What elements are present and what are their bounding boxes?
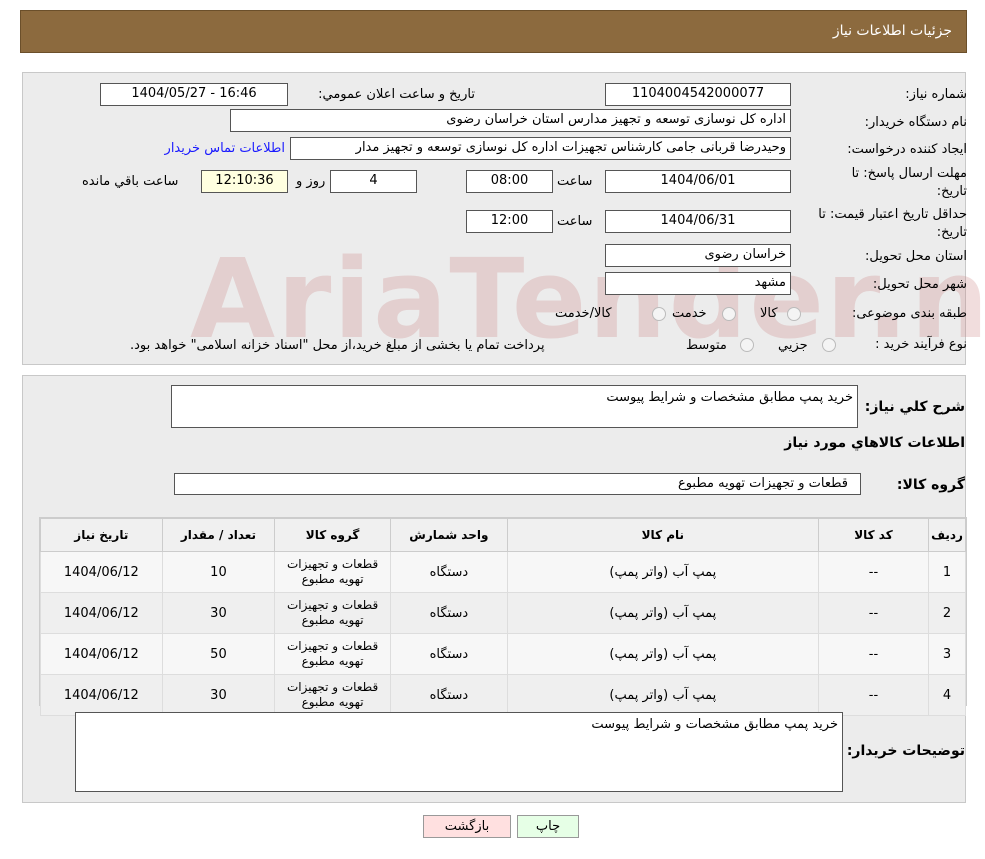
table-cell: پمپ آب (واتر پمپ) bbox=[506, 633, 819, 675]
table-row: 1 -- پمپ آب (واتر پمپ) دستگاه قطعات و تجهیزا… bbox=[40, 551, 966, 593]
need-number-label: شماره نیاز: bbox=[905, 87, 967, 102]
back-button[interactable]: بازگشت bbox=[423, 815, 511, 838]
table-cell: 1404/06/12 bbox=[40, 592, 163, 634]
column-header: کد کالا bbox=[817, 518, 930, 552]
table-cell: 10 bbox=[161, 551, 276, 593]
validity-label: حداقل تاریخ اعتبار قیمت: تا تاریخ: bbox=[818, 207, 967, 240]
table-row: 4 -- پمپ آب (واتر پمپ) دستگاه قطعات و تجهیزا… bbox=[40, 674, 966, 716]
table-cell: 30 bbox=[161, 674, 276, 716]
table-cell: -- bbox=[817, 551, 930, 593]
table-cell: 2 bbox=[928, 592, 966, 634]
table-cell: دستگاه bbox=[389, 592, 508, 634]
table-header-row: ردیف کد کالا نام کالا واحد شمارش گروه کالا تع… bbox=[40, 518, 966, 552]
days-field: 4 bbox=[330, 170, 417, 193]
buyer-org-field: اداره کل نوسازی توسعه و تجهیز مدارس استا… bbox=[230, 109, 791, 132]
table-cell: پمپ آب (واتر پمپ) bbox=[506, 551, 819, 593]
reply-time-label: ساعت bbox=[557, 174, 593, 189]
table-cell: 1404/06/12 bbox=[40, 674, 163, 716]
validity-time-field: 12:00 bbox=[466, 210, 553, 233]
province-field: خراسان رضوی bbox=[605, 244, 791, 267]
goods-table-container: ردیف کد کالا نام کالا واحد شمارش گروه کالا تع… bbox=[39, 517, 967, 716]
table-body: 1 -- پمپ آب (واتر پمپ) دستگاه قطعات و تجهیزا… bbox=[40, 551, 966, 716]
table-cell: 3 bbox=[928, 633, 966, 675]
print-button[interactable]: چاپ bbox=[517, 815, 579, 838]
buyer-notes-field[interactable]: خرید پمپ مطابق مشخصات و شرایط پیوست bbox=[75, 712, 843, 792]
table-row: 3 -- پمپ آب (واتر پمپ) دستگاه قطعات و تجهیزا… bbox=[40, 633, 966, 675]
table-cell: قطعات و تجهیزات تهویه مطبوع bbox=[274, 551, 391, 593]
category-option-goods: کالا bbox=[760, 306, 778, 321]
table-cell: 1 bbox=[928, 551, 966, 593]
process-option-medium: متوسط bbox=[686, 338, 727, 353]
page-header: جزئیات اطلاعات نیاز bbox=[20, 10, 967, 53]
process-label: نوع فرآیند خرید : bbox=[875, 337, 967, 352]
table-cell: 1404/06/12 bbox=[40, 551, 163, 593]
announce-field: 1404/05/27 - 16:46 bbox=[100, 83, 288, 106]
category-radio-service[interactable] bbox=[722, 307, 736, 321]
process-radio-minor[interactable] bbox=[822, 338, 836, 352]
column-header: ردیف bbox=[928, 518, 966, 552]
table-cell: 30 bbox=[161, 592, 276, 634]
process-option-minor: جزیي bbox=[778, 338, 808, 353]
process-radio-medium[interactable] bbox=[740, 338, 754, 352]
table-cell: قطعات و تجهیزات تهویه مطبوع bbox=[274, 633, 391, 675]
column-header: تاریخ نیاز bbox=[40, 518, 163, 552]
province-label: استان محل تحویل: bbox=[865, 249, 967, 264]
table-cell: دستگاه bbox=[389, 674, 508, 716]
description-field[interactable]: خرید پمپ مطابق مشخصات و شرایط پیوست bbox=[171, 385, 858, 428]
table-cell: 4 bbox=[928, 674, 966, 716]
reply-deadline-label: مهلت ارسال پاسخ: تا تاریخ: bbox=[851, 166, 967, 199]
city-label: شهر محل تحویل: bbox=[872, 277, 967, 292]
buyer-contact-link[interactable]: اطلاعات تماس خریدار bbox=[165, 141, 285, 156]
category-radio-both[interactable] bbox=[652, 307, 666, 321]
creator-label: ایجاد کننده درخواست: bbox=[847, 142, 967, 157]
reply-date-field: 1404/06/01 bbox=[605, 170, 791, 193]
table-cell: دستگاه bbox=[389, 633, 508, 675]
remaining-time-field: 12:10:36 bbox=[201, 170, 288, 193]
column-header: تعداد / مقدار bbox=[161, 518, 276, 552]
goods-table: ردیف کد کالا نام کالا واحد شمارش گروه کالا تع… bbox=[40, 518, 966, 716]
table-cell: 1404/06/12 bbox=[40, 633, 163, 675]
column-header: نام کالا bbox=[506, 518, 819, 552]
need-number-field: 1104004542000077 bbox=[605, 83, 791, 106]
creator-field: وحیدرضا قربانی جامی کارشناس تجهیزات ادار… bbox=[290, 137, 791, 160]
reply-time-field: 08:00 bbox=[466, 170, 553, 193]
days-label: روز و bbox=[296, 174, 326, 189]
category-radio-goods[interactable] bbox=[787, 307, 801, 321]
column-header: واحد شمارش bbox=[389, 518, 508, 552]
city-field: مشهد bbox=[605, 272, 791, 295]
category-label: طبقه بندی موضوعی: bbox=[851, 306, 967, 321]
table-cell: پمپ آب (واتر پمپ) bbox=[506, 674, 819, 716]
goods-group-label: گروه کالا: bbox=[896, 477, 965, 493]
announce-label: تاریخ و ساعت اعلان عمومي: bbox=[318, 87, 475, 102]
table-row: 2 -- پمپ آب (واتر پمپ) دستگاه قطعات و تجهیزا… bbox=[40, 592, 966, 634]
process-note: پرداخت تمام یا بخشی از مبلغ خرید،از محل … bbox=[130, 338, 545, 353]
table-cell: -- bbox=[817, 674, 930, 716]
goods-info-title: اطلاعات کالاهاي مورد نياز bbox=[784, 435, 965, 451]
table-cell: قطعات و تجهیزات تهویه مطبوع bbox=[274, 592, 391, 634]
column-header: گروه کالا bbox=[274, 518, 391, 552]
table-cell: -- bbox=[817, 633, 930, 675]
buyer-org-label: نام دستگاه خريدار: bbox=[864, 115, 967, 130]
description-label: شرح کلي نياز: bbox=[864, 399, 965, 415]
buyer-notes-label: توضیحات خریدار: bbox=[846, 743, 965, 759]
table-cell: پمپ آب (واتر پمپ) bbox=[506, 592, 819, 634]
validity-time-label: ساعت bbox=[557, 214, 593, 229]
table-cell: 50 bbox=[161, 633, 276, 675]
goods-group-field: قطعات و تجهیزات تهویه مطبوع bbox=[174, 473, 861, 495]
table-cell: -- bbox=[817, 592, 930, 634]
table-cell: دستگاه bbox=[389, 551, 508, 593]
remaining-label: ساعت باقي مانده bbox=[82, 174, 179, 189]
validity-date-field: 1404/06/31 bbox=[605, 210, 791, 233]
table-cell: قطعات و تجهیزات تهویه مطبوع bbox=[274, 674, 391, 716]
category-option-service: خدمت bbox=[672, 306, 707, 321]
category-option-both: کالا/خدمت bbox=[555, 306, 612, 321]
